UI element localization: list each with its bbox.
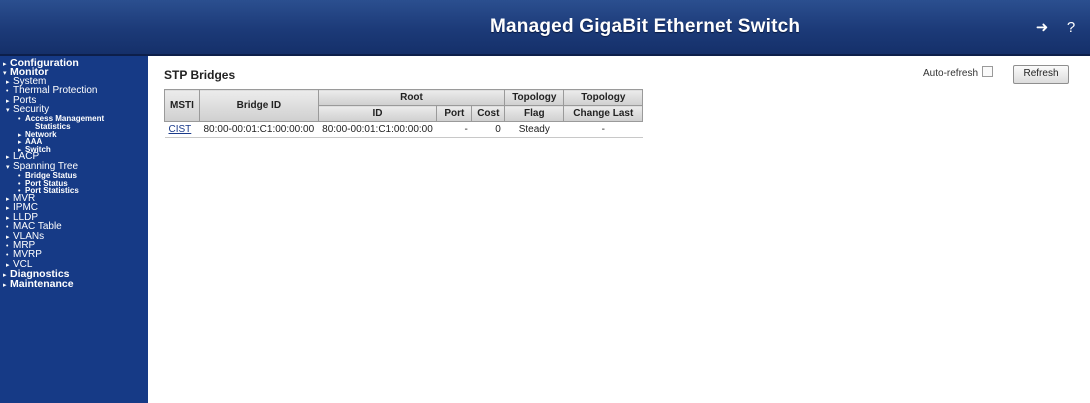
- col-topology-flag: Flag: [504, 105, 565, 122]
- root-cost-cell: 0: [471, 121, 505, 138]
- bullet-icon: •: [18, 116, 21, 124]
- logout-icon[interactable]: ➜: [1032, 18, 1052, 38]
- refresh-button[interactable]: Refresh: [1013, 65, 1069, 84]
- col-topology-change-last: Change Last: [563, 105, 644, 122]
- topology-flag-cell: Steady: [504, 121, 564, 138]
- col-msti: MSTI: [164, 89, 200, 122]
- page-title: STP Bridges: [164, 68, 236, 82]
- col-root-port: Port: [436, 105, 473, 122]
- main-content: STP Bridges Auto-refresh Refresh MSTI Br…: [148, 56, 1090, 403]
- auto-refresh-checkbox[interactable]: [982, 66, 993, 77]
- col-root: Root: [317, 89, 506, 106]
- root-id-cell: 80:00-00:01:C1:00:00:00: [318, 121, 437, 138]
- table-row: CIST 80:00-00:01:C1:00:00:00 80:00-00:01…: [164, 121, 643, 138]
- stp-bridges-table: MSTI Bridge ID Root Topology Topology ID…: [164, 89, 644, 138]
- sidebar-item-label: Maintenance: [10, 277, 74, 290]
- app-title: Managed GigaBit Ethernet Switch: [490, 16, 801, 37]
- sidebar-item-label: Spanning Tree: [13, 160, 79, 172]
- sidebar-nav: ▸ Configuration ▾ Monitor ▸ System • Thermal Pr…: [0, 56, 148, 403]
- msti-link[interactable]: CIST: [164, 121, 200, 138]
- bullet-icon: ▾: [6, 163, 10, 171]
- col-topology-change-top: Topology: [563, 89, 644, 106]
- col-root-cost: Cost: [471, 105, 506, 122]
- auto-refresh-label: Auto-refresh: [923, 68, 979, 79]
- bullet-icon: ▸: [3, 281, 7, 289]
- help-icon[interactable]: ?: [1061, 18, 1081, 38]
- sidebar-item-maintenance[interactable]: ▸ Maintenance: [3, 277, 74, 291]
- col-topology-flag-top: Topology: [504, 89, 565, 106]
- topology-change-last-cell: -: [563, 121, 643, 138]
- col-bridge-id: Bridge ID: [199, 89, 319, 122]
- bullet-icon: ▾: [6, 107, 10, 114]
- root-port-cell: -: [436, 121, 472, 138]
- col-root-id: ID: [317, 105, 438, 122]
- bridge-id-cell: 80:00-00:01:C1:00:00:00: [199, 121, 319, 138]
- header-bar: Managed GigaBit Ethernet Switch ➜ ?: [0, 0, 1090, 56]
- sidebar-item-label: Security: [13, 104, 50, 115]
